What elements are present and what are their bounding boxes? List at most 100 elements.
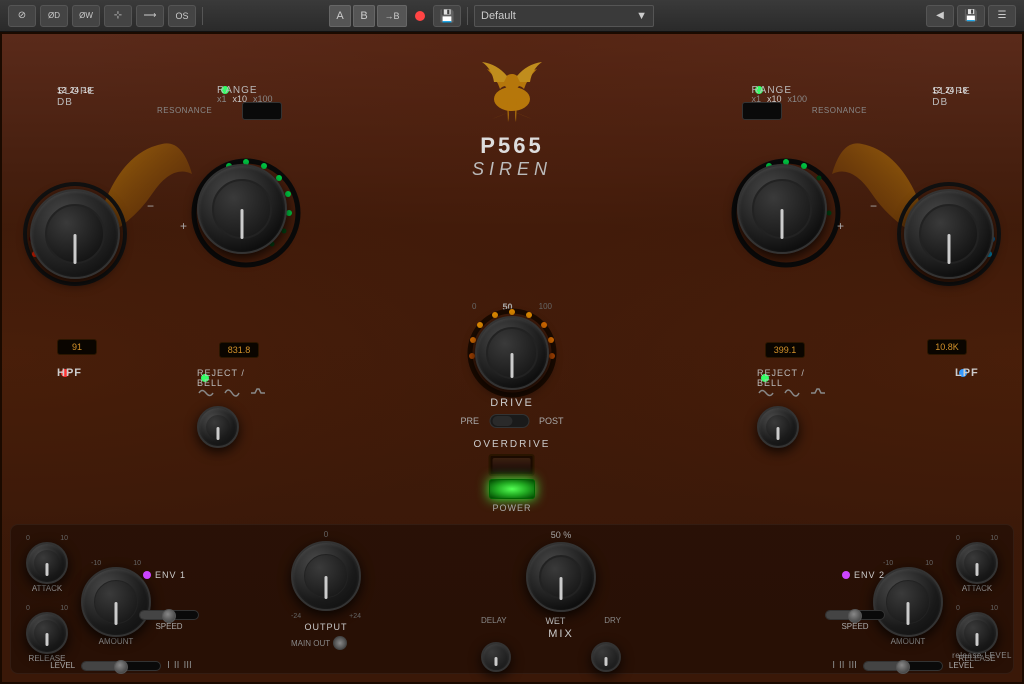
separator2 (467, 7, 468, 25)
r-range-x100[interactable]: x100 (787, 94, 807, 104)
ab-section: A B →B (329, 5, 407, 27)
a-max: 10 (133, 560, 141, 567)
left-midband-knob[interactable] (197, 164, 287, 254)
env2-dot (842, 571, 850, 579)
output-max: +24 (349, 613, 361, 620)
r-shape-shelf-icon[interactable] (809, 386, 827, 400)
left-slope-db-label: SLOPE dB 12 24 18 (57, 86, 92, 95)
brand-name: P565 (472, 133, 552, 159)
drive-knob-area (475, 316, 549, 390)
shape-shelf-icon[interactable] (249, 386, 267, 400)
attack-max: 10 (60, 535, 68, 542)
output-min: -24 (291, 613, 301, 620)
brand-logo-icon (472, 54, 552, 124)
power-led (489, 479, 535, 499)
ab-button-b[interactable]: B (353, 5, 375, 27)
delay-knob[interactable] (481, 642, 511, 672)
main-out-knob[interactable] (333, 636, 347, 650)
right-filter-shapes[interactable] (757, 386, 827, 400)
left-midband-knob-container (197, 164, 287, 254)
left-speed-slider[interactable] (139, 610, 199, 620)
env1-dot (143, 571, 151, 579)
left-attack-label: ATTACK (32, 584, 62, 593)
toolbar-icon-od[interactable]: ØD (40, 5, 68, 27)
right-slope-db-label: SLOPE dB 12 24 18 (932, 86, 967, 95)
mix-section: 50 % DELAY WET DRY MIX (481, 530, 641, 672)
mix-knob[interactable] (526, 542, 596, 612)
toolbar-icon-os[interactable]: OS (168, 5, 196, 27)
right-speed-slider[interactable] (825, 610, 885, 620)
left-freq-knob-container (30, 189, 120, 279)
preset-dropdown[interactable]: Default ▼ (474, 5, 654, 27)
right-range-display (742, 102, 782, 120)
brand-subtitle: SIREN (472, 159, 552, 180)
bottom-panel: 0 10 ATTACK 0 10 RELEASE (10, 524, 1014, 674)
power-label: POWER (492, 503, 531, 513)
rr-min: 0 (956, 605, 960, 612)
left-level-label: LEVEL (50, 661, 75, 670)
left-reject-bell-section: REJECT / BELL (197, 374, 267, 448)
right-speed-label: SPEED (841, 622, 868, 631)
toolbar-icon-routing[interactable]: ⊹ (104, 5, 132, 27)
overdrive-switch[interactable] (489, 454, 535, 476)
mix-labels-row: DELAY WET DRY (481, 616, 621, 626)
right-freq-value: 10.8K (927, 339, 967, 355)
right-reject-knob[interactable] (757, 406, 799, 448)
left-release-knob[interactable] (26, 612, 68, 654)
power-section: POWER (489, 479, 535, 513)
r-tab-III[interactable]: III (849, 660, 857, 671)
right-freq-knob[interactable] (904, 189, 994, 279)
right-level-slider[interactable] (863, 661, 943, 671)
left-range-display (242, 102, 282, 120)
rr-max: 10 (990, 605, 998, 612)
toolbar-icon-circular[interactable]: ⊘ (8, 5, 36, 27)
right-release-knob[interactable] (956, 612, 998, 654)
save-icon[interactable]: 💾 (433, 5, 461, 27)
tab-I[interactable]: I (167, 660, 170, 671)
ab-copy-button[interactable]: →B (377, 5, 407, 27)
shape-reject-icon[interactable] (197, 386, 215, 400)
left-resonance-label: RESONANCE (157, 106, 212, 115)
record-dot (415, 11, 425, 21)
left-amount-label: AMOUNT (99, 637, 134, 646)
toolbar-end: ◀ 💾 ☰ (926, 5, 1016, 27)
toolbar-icon-arrow[interactable]: ⟶ (136, 5, 164, 27)
delay-label: DELAY (481, 616, 507, 626)
r-tab-I[interactable]: I (832, 660, 835, 671)
minus-marker-right: − (870, 199, 877, 213)
tab-III[interactable]: III (183, 660, 191, 671)
hpf-section: HPF (57, 369, 69, 377)
save-preset-icon[interactable]: 💾 (957, 5, 985, 27)
left-level-slider[interactable] (81, 661, 161, 671)
pre-post-switch[interactable] (489, 414, 529, 428)
left-reject-knob[interactable] (197, 406, 239, 448)
right-attack-knob[interactable] (956, 542, 998, 584)
right-midband-knob[interactable] (737, 164, 827, 254)
left-attack-knob[interactable] (26, 542, 68, 584)
toolbar-icon-ow[interactable]: ØW (72, 5, 100, 27)
output-zero-label: 0 (324, 530, 328, 539)
menu-icon[interactable]: ☰ (988, 5, 1016, 27)
left-speed-container: SPEED (139, 610, 199, 631)
output-knob[interactable] (291, 541, 361, 611)
ab-button-a[interactable]: A (329, 5, 351, 27)
plus-marker-right: + (837, 219, 844, 233)
right-level-container: I II III LEVEL (803, 660, 1003, 671)
dry-knob[interactable] (591, 642, 621, 672)
prev-preset-icon[interactable]: ◀ (926, 5, 954, 27)
tab-II[interactable]: II (174, 660, 180, 671)
r-min: 0 (26, 605, 30, 612)
drive-knob[interactable] (475, 316, 549, 390)
dry-label: DRY (604, 616, 621, 626)
r-tab-II[interactable]: II (839, 660, 845, 671)
right-freq-knob-container (904, 189, 994, 279)
r-shape-bell-icon[interactable] (783, 386, 801, 400)
left-release-container: 0 10 RELEASE (26, 605, 68, 663)
r-shape-reject-icon[interactable] (757, 386, 775, 400)
mix-main-label: MIX (481, 628, 641, 640)
shape-bell-icon[interactable] (223, 386, 241, 400)
left-filter-shapes[interactable] (197, 386, 267, 400)
range-x1[interactable]: x1 (217, 94, 227, 104)
attack-min: 0 (26, 535, 30, 542)
left-freq-knob[interactable] (30, 189, 120, 279)
